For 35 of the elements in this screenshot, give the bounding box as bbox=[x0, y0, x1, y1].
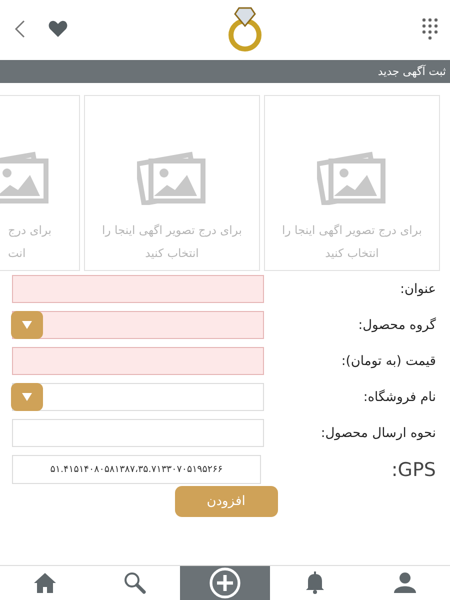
image-upload-slot[interactable]: برای درج انت bbox=[0, 95, 80, 271]
image-upload-slot[interactable]: برای درج تصویر اگهی اینجا را انتخاب کنید bbox=[84, 95, 260, 271]
add-icon bbox=[209, 567, 241, 599]
field-label: نحوه ارسال محصول: bbox=[320, 426, 436, 440]
image-icon bbox=[0, 151, 50, 205]
field-label: :GPS bbox=[391, 458, 436, 480]
image-icon bbox=[317, 151, 387, 205]
caret-icon bbox=[22, 321, 32, 329]
input-field[interactable] bbox=[12, 347, 264, 375]
home-icon bbox=[33, 571, 57, 595]
field-label: قیمت (به تومان): bbox=[341, 354, 436, 368]
dropdown-field[interactable] bbox=[12, 383, 264, 411]
back-icon[interactable] bbox=[14, 19, 26, 39]
input-field[interactable] bbox=[12, 419, 264, 447]
upload-hint: برای درج تصویر اگهی اینجا را انتخاب کنید bbox=[282, 222, 422, 262]
caret-icon bbox=[22, 393, 32, 401]
gps-field[interactable]: ۵۱.۴۱۵۱۴۰۸۰۵۸۱۳۸۷،۳۵.۷۱۳۳۰۷۰۵۱۹۵۲۶۶ bbox=[12, 455, 261, 484]
input-field[interactable] bbox=[12, 275, 264, 303]
menu-icon[interactable] bbox=[422, 18, 438, 40]
dropdown-button[interactable] bbox=[11, 311, 43, 339]
profile-icon bbox=[393, 571, 417, 595]
page-title: ثبت آگهی جدید bbox=[378, 65, 446, 78]
field-label: گروه محصول: bbox=[358, 318, 436, 332]
dropdown-field[interactable] bbox=[12, 311, 264, 339]
nav-tab[interactable] bbox=[180, 566, 270, 600]
add-button[interactable]: افزودن bbox=[174, 486, 278, 517]
upload-hint: برای درج انت bbox=[7, 222, 52, 262]
image-upload-slot[interactable]: برای درج تصویر اگهی اینجا را انتخاب کنید bbox=[264, 95, 440, 271]
upload-hint: برای درج تصویر اگهی اینجا را انتخاب کنید bbox=[102, 222, 242, 262]
field-label: نام فروشگاه: bbox=[363, 390, 436, 404]
search-icon bbox=[123, 571, 147, 595]
dropdown-button[interactable] bbox=[11, 383, 43, 411]
heart-icon[interactable] bbox=[48, 20, 68, 38]
image-icon bbox=[137, 151, 207, 205]
field-label: عنوان: bbox=[400, 282, 436, 296]
